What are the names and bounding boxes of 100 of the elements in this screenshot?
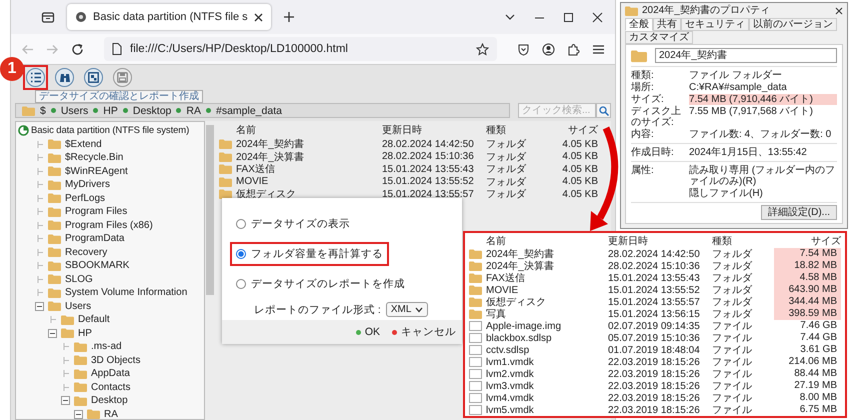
dialog-button[interactable]: キャンセル: [392, 325, 456, 339]
file-name[interactable]: 2024年_契約書: [486, 247, 604, 261]
file-name[interactable]: 2024年_決算書: [486, 259, 604, 273]
tree-item[interactable]: SBOOKMARK: [65, 260, 130, 272]
tree-item[interactable]: Users: [65, 300, 92, 312]
breadcrumb-item[interactable]: $: [40, 104, 46, 116]
tab[interactable]: 以前のバージョン: [749, 18, 837, 31]
collapse-toggle-icon[interactable]: [48, 328, 57, 338]
column-header[interactable]: サイズ: [546, 123, 598, 137]
tree-item[interactable]: 3D Objects: [91, 354, 140, 366]
tree-item[interactable]: $WinREAgent: [65, 166, 128, 177]
name-field[interactable]: 2024年_契約書: [655, 48, 837, 63]
file-name[interactable]: 2024年_決算書: [236, 150, 378, 164]
file-size: 643.90 MB: [774, 284, 841, 296]
file-name[interactable]: blackbox.sdlsp: [486, 332, 604, 344]
column-header[interactable]: 名前: [236, 123, 378, 137]
star-icon[interactable]: [476, 42, 489, 56]
column-header[interactable]: 種類: [712, 234, 770, 248]
tree-item[interactable]: ProgramData: [65, 233, 124, 244]
breadcrumb-item[interactable]: Users: [60, 104, 88, 116]
tree-item[interactable]: AppData: [91, 368, 130, 380]
tree-item[interactable]: Program Files (x86): [65, 220, 153, 231]
file-name[interactable]: 仮想ディスク: [486, 295, 604, 309]
close-icon[interactable]: [254, 12, 263, 22]
tree-item[interactable]: Contacts: [91, 382, 130, 393]
option-label[interactable]: データサイズのレポートを作成: [251, 277, 405, 291]
reload-icon[interactable]: [71, 42, 84, 56]
maximize-icon[interactable]: [563, 12, 574, 22]
file-name[interactable]: lvm5.vmdk: [486, 404, 604, 416]
field-value: 7.55 MB (7,917,568 バイト): [689, 106, 814, 117]
tree-item[interactable]: $Recycle.Bin: [65, 152, 124, 164]
tree-item[interactable]: Basic data partition (NTFS file system): [31, 125, 190, 136]
file-name[interactable]: MOVIE: [236, 176, 378, 187]
tree-item[interactable]: PerfLogs: [65, 192, 106, 204]
scrollbar[interactable]: [205, 121, 215, 420]
breadcrumb-item[interactable]: HP: [103, 104, 118, 116]
tree-item[interactable]: Default: [78, 314, 110, 326]
file-name[interactable]: Apple-image.img: [486, 320, 604, 332]
search-button[interactable]: [596, 103, 611, 118]
field-value: 隠しファイル(H): [689, 188, 764, 199]
tab[interactable]: 全般: [625, 18, 653, 31]
option-label[interactable]: フォルダ容量を再計算する: [251, 247, 383, 261]
tree-item[interactable]: .ms-ad: [91, 341, 122, 352]
file-name[interactable]: MOVIE: [486, 284, 604, 296]
close-icon[interactable]: [835, 6, 843, 14]
new-tab-icon[interactable]: [282, 11, 295, 23]
dialog-button[interactable]: OK: [356, 326, 380, 338]
tab-list-icon[interactable]: [41, 10, 55, 24]
breadcrumb-item[interactable]: RA: [186, 104, 201, 116]
tree-item[interactable]: HP: [78, 328, 92, 339]
tab[interactable]: 共有: [653, 18, 681, 31]
column-header[interactable]: 種類: [486, 123, 542, 137]
menu-icon[interactable]: [592, 42, 605, 56]
collapse-toggle-icon[interactable]: [74, 410, 83, 419]
tab[interactable]: セキュリティ: [681, 18, 749, 31]
tree-item[interactable]: System Volume Information: [65, 287, 188, 298]
file-name[interactable]: 2024年_契約書: [236, 137, 378, 151]
toolbar-button[interactable]: [55, 68, 74, 86]
tree-item[interactable]: RA: [104, 408, 118, 419]
file-name[interactable]: 写真: [486, 307, 604, 321]
file-name[interactable]: lvm3.vmdk: [486, 380, 604, 392]
tree-item[interactable]: Program Files: [65, 206, 128, 218]
account-icon[interactable]: [542, 42, 555, 56]
breadcrumb-item[interactable]: Desktop: [132, 104, 172, 116]
close-icon[interactable]: [592, 12, 603, 22]
browser-tab[interactable]: Basic data partition (NTFS file s: [67, 4, 271, 30]
breadcrumb-item[interactable]: #sample_data: [216, 104, 282, 116]
toolbar-button[interactable]: [113, 68, 132, 86]
puzzle-icon[interactable]: [567, 42, 580, 56]
radio-button[interactable]: [236, 249, 246, 259]
column-header[interactable]: 更新日時: [382, 123, 482, 137]
disk-icon: [18, 125, 29, 136]
modified-date: 28.02.2024 15:10:36: [382, 151, 475, 162]
column-header[interactable]: 更新日時: [608, 234, 708, 248]
option-label[interactable]: データサイズの表示: [251, 217, 350, 231]
scrollbar-thumb[interactable]: [206, 125, 214, 295]
file-name[interactable]: FAX送信: [236, 162, 378, 176]
search-field[interactable]: クイック検索...: [518, 103, 596, 118]
tree-item[interactable]: $Extend: [65, 138, 102, 150]
file-name[interactable]: cctv.sdlsp: [486, 344, 604, 356]
column-header[interactable]: 名前: [486, 234, 604, 248]
collapse-toggle-icon[interactable]: [61, 396, 70, 406]
tree-item[interactable]: SLOG: [65, 274, 93, 285]
file-name[interactable]: lvm1.vmdk: [486, 356, 604, 368]
column-header[interactable]: サイズ: [774, 234, 841, 248]
radio-button[interactable]: [236, 219, 246, 229]
address-bar[interactable]: file:///C:/Users/HP/Desktop/LD100000.html: [104, 37, 497, 61]
radio-button[interactable]: [236, 279, 246, 289]
file-name[interactable]: lvm2.vmdk: [486, 368, 604, 380]
collapse-toggle-icon[interactable]: [35, 302, 44, 311]
tree-item[interactable]: Desktop: [91, 395, 128, 406]
advanced-button[interactable]: 詳細設定(D)...: [760, 205, 837, 220]
tab[interactable]: カスタマイズ: [625, 31, 693, 44]
shield-icon[interactable]: [517, 42, 530, 56]
file-name[interactable]: lvm4.vmdk: [486, 392, 604, 404]
toolbar-button[interactable]: [84, 68, 103, 86]
tree-item[interactable]: MyDrivers: [65, 179, 110, 190]
file-name[interactable]: FAX送信: [486, 271, 604, 285]
tree-item[interactable]: Recovery: [65, 246, 108, 258]
format-dropdown[interactable]: XML: [386, 302, 428, 317]
